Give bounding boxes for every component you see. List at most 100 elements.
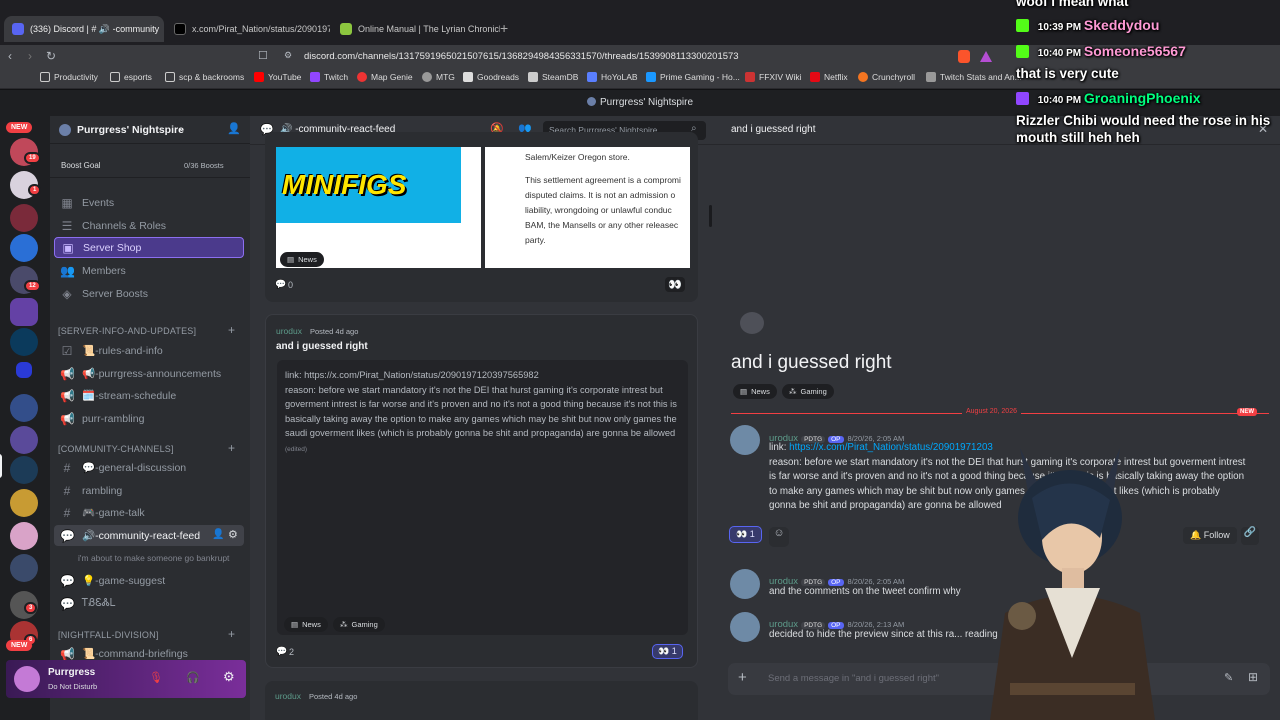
channel-purr-rambling[interactable]: 📢 purr-rambling (54, 408, 244, 429)
category-server-info[interactable]: [SERVER-INFO-AND-UPDATES] (58, 326, 196, 336)
user-panel: Purrgress Do Not Disturb 🎙 🎧 ⚙ (6, 660, 246, 698)
server-icon[interactable] (10, 204, 38, 232)
forum-post-card[interactable]: urodux Posted 4d ago (265, 681, 698, 720)
invite-icon[interactable]: 👤 (212, 529, 224, 540)
add-channel-icon[interactable]: + (228, 441, 235, 455)
headphones-icon[interactable]: 🎧 (186, 671, 200, 684)
bookmark-item[interactable]: Goodreads (463, 72, 519, 82)
gear-icon[interactable]: ⚙ (228, 528, 238, 541)
bookmark-item[interactable]: Netflix (810, 72, 848, 82)
add-channel-icon[interactable]: + (228, 323, 235, 337)
channel-general-discussion[interactable]: # 💬-general-discussion (54, 457, 244, 478)
user-settings-gear-icon[interactable]: ⚙ (223, 669, 235, 685)
sidebar-item-members[interactable]: 👥 Members (54, 260, 244, 281)
boost-goal-bar[interactable]: Boost Goal 0/36 Boosts (50, 154, 250, 178)
bookmark-item[interactable]: Twitch (310, 72, 348, 82)
site-info-icon[interactable]: ⚙ (284, 50, 292, 61)
sidebar-item-channels-roles[interactable]: ☰ Channels & Roles (54, 215, 244, 236)
add-channel-icon[interactable]: + (228, 627, 235, 641)
avatar[interactable] (730, 612, 760, 642)
bookmark-item[interactable]: MTG (422, 72, 455, 82)
channel-community-react-feed[interactable]: 💬 🔊-community-react-feed 👤 ⚙ (54, 525, 244, 546)
mute-mic-icon[interactable]: 🎙 (149, 671, 163, 684)
tag-news[interactable]: ▤ News (733, 381, 777, 399)
server-header[interactable]: Purrgress' Nightspire ⌄ 👤 (50, 116, 250, 144)
channel-rules-and-info[interactable]: ☑ 📜-rules-and-info (54, 340, 244, 361)
brave-shield-icon[interactable] (958, 50, 970, 63)
user-name[interactable]: Purrgress (48, 667, 95, 678)
tag-icon: ▤ (291, 620, 299, 629)
forward-icon[interactable]: › (28, 49, 32, 63)
apps-icon[interactable]: ⊞ (1248, 670, 1258, 684)
boost-count: 0/36 Boosts (184, 161, 224, 170)
bookmark-item[interactable]: Crunchyroll (858, 72, 915, 82)
reaction-eyes-button[interactable]: 👀 1 (652, 644, 683, 659)
tag-gaming[interactable]: ⁂ Gaming (782, 381, 834, 399)
forum-post-card-selected[interactable]: urodux Posted 4d ago and i guessed right… (265, 314, 698, 668)
minifigs-text: MINIFIGS (282, 169, 407, 200)
tag-news[interactable]: ▤ News (280, 249, 324, 267)
post-author[interactable]: urodux (276, 326, 302, 336)
category-nightfall[interactable]: [NIGHTFALL-DIVISION] (58, 630, 159, 640)
channel-game-suggest[interactable]: 💬 💡-game-suggest (54, 570, 244, 591)
url-field[interactable]: discord.com/channels/1317591965021507615… (280, 48, 950, 66)
bookmark-item[interactable]: Twitch Stats and An... (926, 72, 1022, 82)
channel-announcements[interactable]: 📢 📢-purrgress-announcements (54, 363, 244, 384)
thread-preview[interactable]: i'm about to make someone go bankrupt (78, 553, 229, 563)
server-icon[interactable] (10, 522, 38, 550)
server-icon[interactable] (10, 426, 38, 454)
discord-favicon-icon (12, 23, 24, 35)
bookmark-item[interactable]: Productivity (40, 72, 98, 82)
browser-tab-discord[interactable]: (336) Discord | # 🔊 -community ✕ (4, 16, 164, 42)
server-icon[interactable] (10, 554, 38, 582)
sticker-icon[interactable]: ✎ (1224, 671, 1233, 684)
brave-rewards-icon[interactable] (980, 51, 992, 62)
bookmark-item[interactable]: HoYoLAB (587, 72, 638, 82)
server-icon[interactable] (10, 328, 38, 356)
add-attachment-icon[interactable]: + (738, 669, 747, 686)
post-author[interactable]: urodux (275, 691, 301, 701)
tab-label: Online Manual | The Lyrian Chronicle (358, 24, 500, 34)
bookmark-item[interactable]: SteamDB (528, 72, 578, 82)
forum-post-card[interactable]: MINIFIGS Salem/Keizer Oregon store. This… (265, 132, 698, 302)
browser-tab-manual[interactable]: Online Manual | The Lyrian Chronicle ✕ (332, 16, 500, 42)
back-icon[interactable]: ‹ (8, 49, 12, 63)
channel-game-talk[interactable]: # 🎮-game-talk (54, 502, 244, 523)
server-icon[interactable] (10, 234, 38, 262)
twitch-server-icon[interactable] (10, 298, 38, 326)
server-icon[interactable] (10, 489, 38, 517)
add-member-icon[interactable]: 👤 (227, 122, 241, 135)
add-reaction-icon[interactable]: ☺ (769, 527, 789, 547)
reload-icon[interactable]: ↻ (46, 49, 56, 63)
server-icon[interactable] (16, 362, 32, 378)
sidebar-item-server-boosts[interactable]: ◈ Server Boosts (54, 283, 244, 304)
server-icon[interactable] (10, 394, 38, 422)
calendar-icon: ▦ (61, 195, 73, 210)
follow-button[interactable]: 🔔 Follow (1183, 527, 1237, 544)
forum-scrollbar[interactable] (709, 205, 712, 227)
bookmark-item[interactable]: Map Genie (357, 72, 413, 82)
bookmark-item[interactable]: scp & backrooms (165, 72, 244, 82)
bookmark-item[interactable]: YouTube (254, 72, 301, 82)
channel-stream-schedule[interactable]: 📢 🗓️-stream-schedule (54, 385, 244, 406)
avatar[interactable] (730, 569, 760, 599)
sidebar-item-server-shop[interactable]: ▣ Server Shop (54, 237, 244, 258)
new-tab-icon[interactable]: + (500, 20, 508, 36)
bookmark-icon[interactable]: ☐ (258, 49, 268, 62)
server-icon-active[interactable] (10, 456, 38, 484)
reaction-eyes[interactable]: 👀 (665, 277, 685, 292)
tag-gaming[interactable]: ⁂ Gaming (333, 614, 385, 632)
browser-tab-x[interactable]: x.com/Pirat_Nation/status/209019712... ✕ (166, 16, 330, 42)
bookmark-item[interactable]: Prime Gaming - Ho... (646, 72, 740, 82)
channel-rambling[interactable]: # rambling (54, 480, 244, 501)
avatar[interactable] (730, 425, 760, 455)
reaction-eyes-button[interactable]: 👀 1 (729, 526, 762, 543)
tag-news[interactable]: ▤ News (284, 614, 328, 632)
avatar[interactable] (14, 666, 40, 692)
sidebar-item-events[interactable]: ▦ Events (54, 192, 244, 213)
copy-link-icon[interactable]: 🔗 (1241, 527, 1259, 545)
channel-styled[interactable]: 💬 ᎢᏰᏋᏜᏞ (54, 593, 244, 614)
bookmark-item[interactable]: FFXIV Wiki (745, 72, 802, 82)
category-community[interactable]: [COMMUNITY-CHANNELS] (58, 444, 174, 454)
bookmark-item[interactable]: esports (110, 72, 152, 82)
